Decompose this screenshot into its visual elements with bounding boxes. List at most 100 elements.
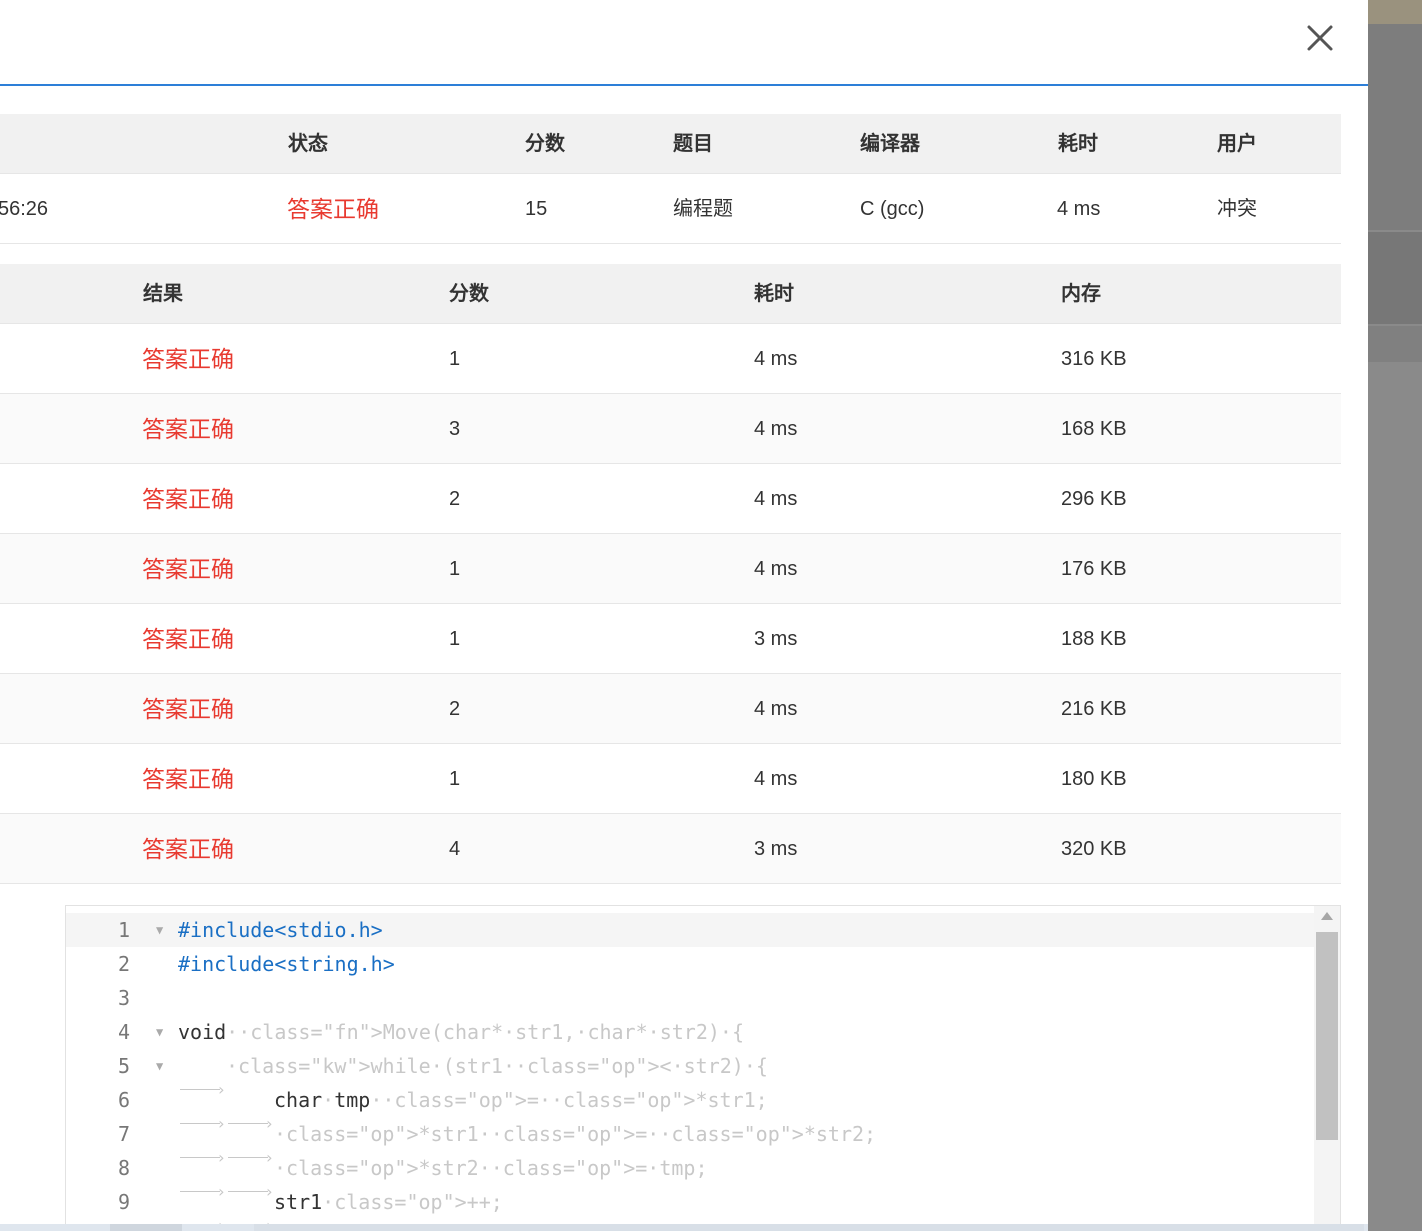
result-text: 答案正确 [142,626,234,652]
line-number: 4 [117,1020,130,1044]
submit-time: 56:26 [0,198,49,220]
fold-arrow-icon[interactable]: ▼ [156,1049,163,1083]
table-header-row: 结果 分数 耗时 内存 [0,264,1341,324]
line-number: 8 [117,1156,130,1180]
header-score: 分数 [525,133,565,155]
code-line: 1 ▼ #include<stdio.h> [66,913,1314,947]
header-compiler: 编译器 [860,133,920,155]
backdrop-band [1368,0,1422,24]
memory-value: 216 KB [1061,698,1127,720]
user-link[interactable]: 冲突 [1217,174,1257,244]
code-line: 6 char·tmp··class="op">=··class="op">*str… [66,1083,1314,1141]
close-button[interactable] [1300,20,1338,58]
score-value: 1 [449,348,461,370]
scrollbar-segment [254,1224,1364,1231]
header-elapsed: 耗时 [1058,133,1098,155]
compiler-value: C (gcc) [860,198,925,220]
source-code-editor[interactable]: 1 ▼ #include<stdio.h> 2 #include<string.h> 3 4… [65,905,1341,1231]
header-user: 用户 [1217,133,1257,155]
code-text: ·class="op">*str1··class="op">=··class="… [180,1122,877,1175]
code-text: void··class="fn">Move(char*·str1,·char*·… [178,1020,745,1044]
table-row: 56:26 答案正确 15 编程题 C (gcc) 4 ms 冲突 [0,174,1341,244]
code-text: #include<string.h> [178,952,395,976]
time-value: 3 ms [754,838,798,860]
result-text: 答案正确 [142,766,234,792]
backdrop-band [1368,326,1422,362]
code-line: 2 #include<string.h> [66,947,1314,981]
score-value: 1 [449,628,461,650]
code-text: char·tmp··class="op">=··class="op">*str1… [180,1088,768,1141]
code-line: 8 ·class="op">*str2··class="op">=·tmp; [66,1151,1314,1209]
line-number: 3 [117,986,130,1010]
test-case-table: 结果 分数 耗时 内存 答案正确 1 4 ms 316 KB 答案正确 3 4 ms 168 … [0,264,1341,884]
header-time: 耗时 [754,283,794,305]
table-row: 答案正确 1 4 ms 316 KB [0,324,1341,394]
code-text: ·class="kw">while·(str1··class="op"><·st… [180,1054,768,1107]
backdrop-band [1368,24,1422,230]
table-row: 答案正确 3 4 ms 168 KB [0,394,1341,464]
problem-link[interactable]: 编程题 [673,174,733,244]
time-value: 4 ms [754,418,798,440]
code-line: 3 [66,981,1314,1015]
result-text: 答案正确 [142,556,234,582]
result-text: 答案正确 [142,486,234,512]
line-number: 2 [117,952,130,976]
score-value: 2 [449,488,461,510]
header-result: 结果 [143,283,183,305]
code-text: str1·class="op">++; [180,1190,503,1230]
time-value: 4 ms [754,698,798,720]
status-text: 答案正确 [287,196,379,222]
time-value: 3 ms [754,628,798,650]
dialog-header [0,0,1368,86]
header-problem: 题目 [673,133,713,155]
submission-summary-table: 状态 分数 题目 编译器 耗时 用户 56:26 答案正确 15 编程题 C (… [0,114,1341,244]
score-value: 15 [525,198,548,220]
memory-value: 188 KB [1061,628,1127,650]
score-value: 1 [449,768,461,790]
result-text: 答案正确 [142,346,234,372]
table-row: 答案正确 2 4 ms 296 KB [0,464,1341,534]
result-text: 答案正确 [142,836,234,862]
time-value: 4 ms [754,558,798,580]
backdrop-band [1368,232,1422,324]
table-row: 答案正确 1 3 ms 188 KB [0,604,1341,674]
fold-arrow-icon[interactable]: ▼ [156,1015,163,1049]
line-number: 1 [117,918,130,942]
code-text: ·class="op">*str2··class="op">=·tmp; [180,1156,708,1209]
memory-value: 176 KB [1061,558,1127,580]
table-row: 答案正确 1 4 ms 176 KB [0,534,1341,604]
page-backdrop [1368,0,1422,1231]
scroll-up-arrow-icon[interactable] [1321,912,1333,920]
result-text: 答案正确 [142,416,234,442]
elapsed-value: 4 ms [1057,198,1101,220]
table-row: 答案正确 2 4 ms 216 KB [0,674,1341,744]
result-text: 答案正确 [142,696,234,722]
line-number: 6 [117,1088,130,1112]
time-value: 4 ms [754,768,798,790]
table-row: 答案正确 4 3 ms 320 KB [0,814,1341,884]
memory-value: 316 KB [1061,348,1127,370]
score-value: 2 [449,698,461,720]
horizontal-scrollbar[interactable] [0,1224,1368,1231]
score-value: 3 [449,418,461,440]
header-memory: 内存 [1061,283,1101,305]
line-number: 9 [117,1190,130,1214]
memory-value: 320 KB [1061,838,1127,860]
fold-arrow-icon[interactable]: ▼ [156,913,163,947]
score-value: 4 [449,838,461,860]
header-status: 状态 [288,133,328,155]
table-header-row: 状态 分数 题目 编译器 耗时 用户 [0,114,1341,174]
line-number: 7 [117,1122,130,1146]
memory-value: 180 KB [1061,768,1127,790]
memory-value: 168 KB [1061,418,1127,440]
code-text: #include<stdio.h> [178,918,383,942]
scrollbar-thumb[interactable] [1316,932,1338,1140]
score-value: 1 [449,558,461,580]
code-line: 4 ▼ void··class="fn">Move(char*·str1,·char… [66,1015,1314,1049]
code-line: 7 ·class="op">*str1··class="op">=··class=… [66,1117,1314,1175]
line-number: 5 [117,1054,130,1078]
memory-value: 296 KB [1061,488,1127,510]
submission-detail-dialog: 状态 分数 题目 编译器 耗时 用户 56:26 答案正确 15 编程题 C (… [0,0,1368,1231]
code-line: 5 ▼ ·class="kw">while·(str1··class="op"><·… [66,1049,1314,1107]
table-row: 答案正确 1 4 ms 180 KB [0,744,1341,814]
